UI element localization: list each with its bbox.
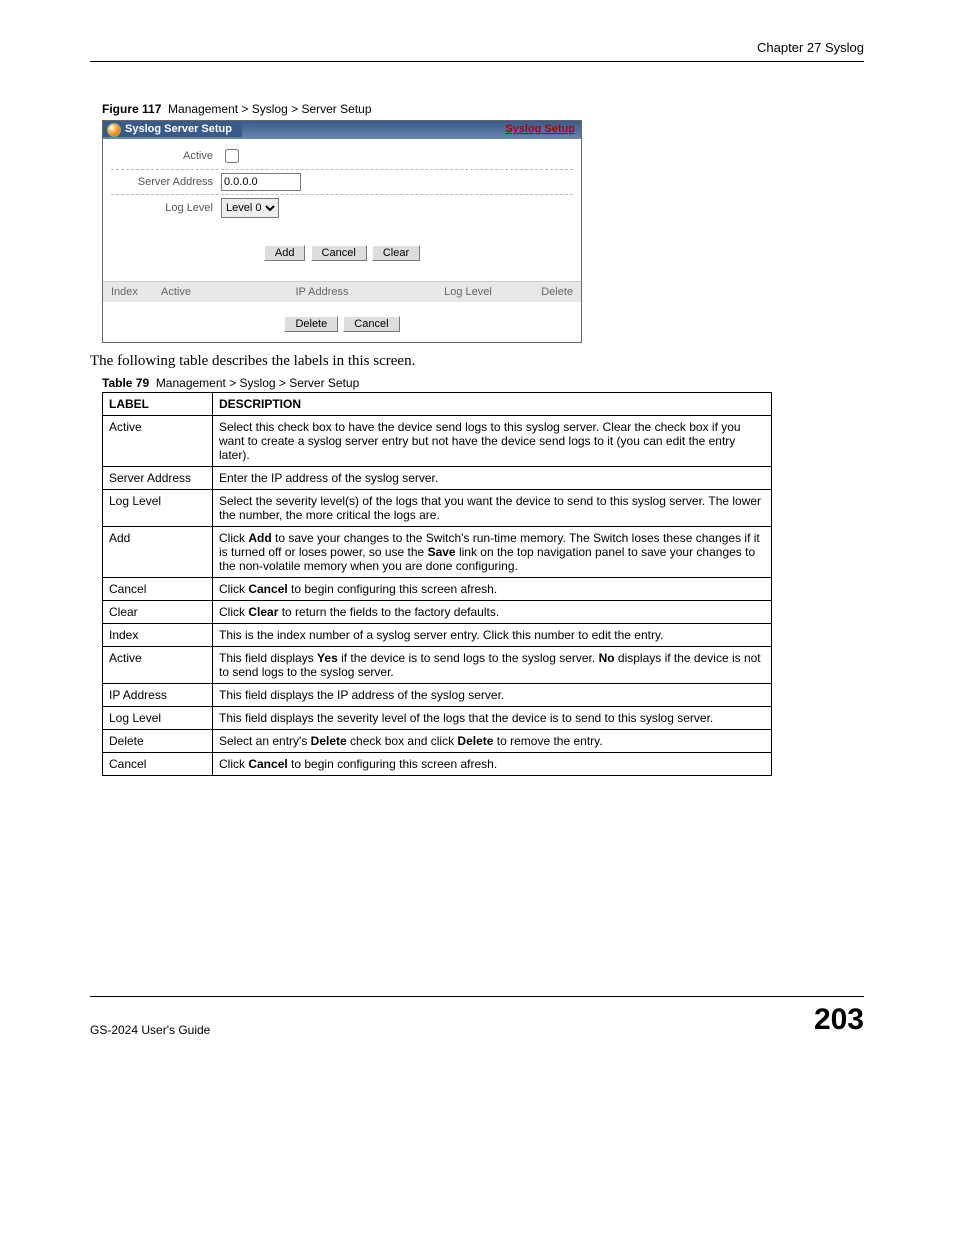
table-row: ActiveThis field displays Yes if the dev… (103, 647, 772, 684)
table-caption-text: Management > Syslog > Server Setup (156, 376, 359, 390)
table-row: IndexThis is the index number of a syslo… (103, 624, 772, 647)
chapter-header: Chapter 27 Syslog (90, 40, 864, 62)
cell-label: Clear (103, 601, 213, 624)
add-button[interactable]: Add (264, 245, 306, 261)
table-row: Log LevelSelect the severity level(s) of… (103, 490, 772, 527)
list-header: Index Active IP Address Log Level Delete (103, 281, 581, 302)
footer-guide: GS-2024 User's Guide (90, 1023, 210, 1037)
row-server-address: Server Address (111, 170, 573, 195)
table-row: CancelClick Cancel to begin configuring … (103, 753, 772, 776)
cell-description: Select an entry's Delete check box and c… (213, 730, 772, 753)
cell-description: This field displays the IP address of th… (213, 684, 772, 707)
cancel-button-2[interactable]: Cancel (343, 316, 399, 332)
table-label: Table 79 (102, 376, 149, 390)
figure-caption: Figure 117 Management > Syslog > Server … (102, 102, 864, 116)
cell-label: Index (103, 624, 213, 647)
cell-description: Click Cancel to begin configuring this s… (213, 753, 772, 776)
table-row: CancelClick Cancel to begin configuring … (103, 578, 772, 601)
form-area: Active Server Address Log Level Level 0 (103, 139, 581, 225)
cell-description: Select this check box to have the device… (213, 416, 772, 467)
row-active: Active (111, 143, 573, 170)
table-row: AddClick Add to save your changes to the… (103, 527, 772, 578)
table-row: IP AddressThis field displays the IP add… (103, 684, 772, 707)
cell-label: IP Address (103, 684, 213, 707)
log-level-label: Log Level (111, 202, 221, 214)
row-log-level: Log Level Level 0 (111, 195, 573, 221)
cell-description: Click Add to save your changes to the Sw… (213, 527, 772, 578)
cell-label: Add (103, 527, 213, 578)
cell-label: Active (103, 416, 213, 467)
active-label: Active (111, 150, 221, 162)
cell-label: Active (103, 647, 213, 684)
cell-label: Delete (103, 730, 213, 753)
page-footer: GS-2024 User's Guide 203 (90, 996, 864, 1037)
form-buttons: Add Cancel Clear (103, 225, 581, 281)
server-address-label: Server Address (111, 176, 221, 188)
cell-description: Click Cancel to begin configuring this s… (213, 578, 772, 601)
list-buttons: Delete Cancel (103, 302, 581, 342)
body-text: The following table describes the labels… (90, 353, 864, 370)
table-row: Log LevelThis field displays the severit… (103, 707, 772, 730)
cell-label: Cancel (103, 753, 213, 776)
description-table: LABEL DESCRIPTION ActiveSelect this chec… (102, 392, 772, 776)
table-row: DeleteSelect an entry's Delete check box… (103, 730, 772, 753)
cell-description: This field displays the severity level o… (213, 707, 772, 730)
footer-page-number: 203 (814, 1003, 864, 1037)
cell-label: Cancel (103, 578, 213, 601)
table-row: ClearClick Clear to return the fields to… (103, 601, 772, 624)
cell-label: Log Level (103, 490, 213, 527)
cell-description: Enter the IP address of the syslog serve… (213, 467, 772, 490)
window-title-text: Syslog Server Setup (125, 123, 232, 135)
col-log: Log Level (423, 286, 513, 298)
window-titlebar: Syslog Server Setup Syslog Setup (103, 121, 581, 139)
cell-label: Log Level (103, 707, 213, 730)
globe-icon (107, 123, 121, 137)
cancel-button[interactable]: Cancel (311, 245, 367, 261)
th-label: LABEL (103, 393, 213, 416)
screenshot-panel: Syslog Server Setup Syslog Setup Active … (102, 120, 582, 343)
col-index: Index (111, 286, 161, 298)
col-delete: Delete (513, 286, 573, 298)
log-level-select[interactable]: Level 0 (221, 198, 279, 218)
col-active: Active (161, 286, 221, 298)
table-caption: Table 79 Management > Syslog > Server Se… (102, 376, 864, 390)
figure-label: Figure 117 (102, 102, 161, 116)
cell-description: Click Clear to return the fields to the … (213, 601, 772, 624)
cell-description: This field displays Yes if the device is… (213, 647, 772, 684)
syslog-setup-link[interactable]: Syslog Setup (505, 123, 575, 135)
window-title: Syslog Server Setup (103, 121, 242, 137)
server-address-input[interactable] (221, 173, 301, 191)
cell-description: Select the severity level(s) of the logs… (213, 490, 772, 527)
figure-caption-text: Management > Syslog > Server Setup (168, 102, 371, 116)
table-row: Server AddressEnter the IP address of th… (103, 467, 772, 490)
cell-label: Server Address (103, 467, 213, 490)
clear-button[interactable]: Clear (372, 245, 420, 261)
cell-description: This is the index number of a syslog ser… (213, 624, 772, 647)
active-checkbox[interactable] (225, 149, 239, 163)
col-ip: IP Address (221, 286, 423, 298)
delete-button[interactable]: Delete (284, 316, 338, 332)
th-description: DESCRIPTION (213, 393, 772, 416)
table-row: ActiveSelect this check box to have the … (103, 416, 772, 467)
